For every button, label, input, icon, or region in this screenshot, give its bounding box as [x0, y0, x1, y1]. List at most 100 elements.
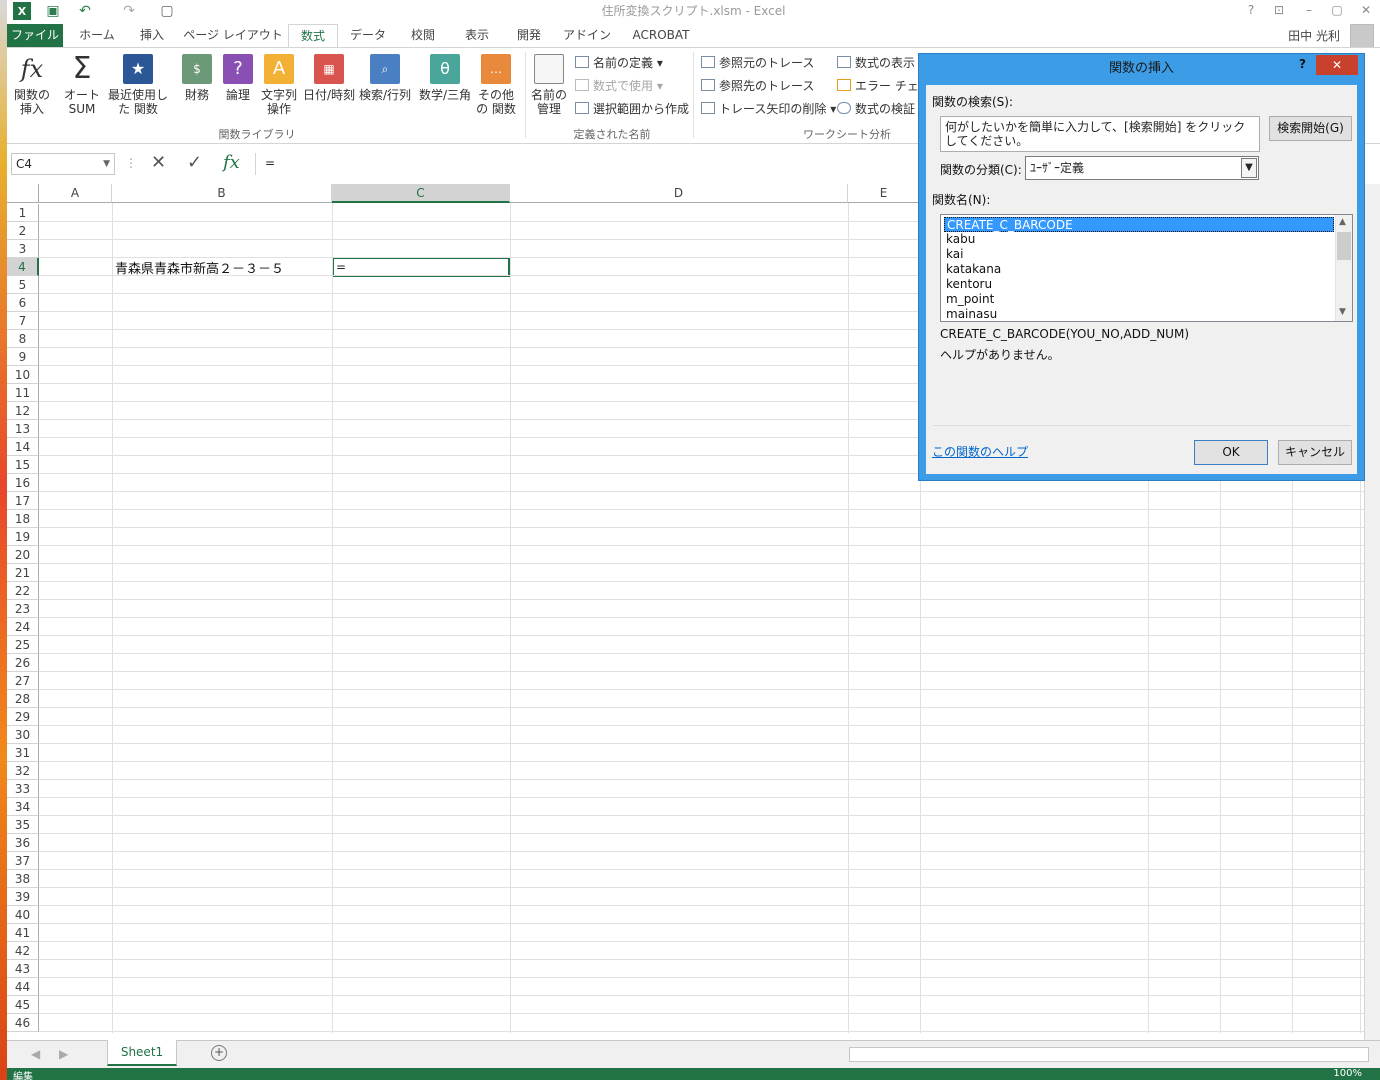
avatar[interactable]: [1350, 24, 1374, 48]
function-list-item[interactable]: kai: [944, 247, 1334, 262]
row-header[interactable]: 31: [7, 744, 39, 762]
row-header[interactable]: 6: [7, 294, 39, 312]
maximize-icon[interactable]: ▢: [1323, 0, 1351, 20]
row-header[interactable]: 11: [7, 384, 39, 402]
tab-acrobat[interactable]: ACROBAT: [625, 24, 697, 48]
row-header[interactable]: 26: [7, 654, 39, 672]
use-in-formula-button[interactable]: 数式で使用 ▾: [575, 77, 663, 95]
tab-insert[interactable]: 挿入: [129, 24, 175, 48]
tab-review[interactable]: 校閲: [399, 24, 447, 48]
row-header[interactable]: 42: [7, 942, 39, 960]
recently-used-button[interactable]: ★ 最近使用した 関数: [103, 54, 173, 116]
formula-input[interactable]: =: [265, 153, 275, 175]
row-header[interactable]: 30: [7, 726, 39, 744]
row-header[interactable]: 25: [7, 636, 39, 654]
cancel-entry-icon[interactable]: ✕: [151, 152, 166, 173]
chevron-down-icon[interactable]: ▼: [1241, 158, 1257, 178]
tab-formulas[interactable]: 数式: [288, 24, 338, 48]
row-header[interactable]: 38: [7, 870, 39, 888]
tab-developer[interactable]: 開発: [505, 24, 553, 48]
row-header[interactable]: 1: [7, 204, 39, 222]
row-header[interactable]: 22: [7, 582, 39, 600]
show-formulas-button[interactable]: 数式の表示: [837, 54, 915, 72]
cancel-button[interactable]: キャンセル: [1278, 440, 1352, 465]
row-header[interactable]: 21: [7, 564, 39, 582]
function-list-item[interactable]: CREATE_C_BARCODE: [944, 217, 1334, 232]
cell-c4-active[interactable]: =: [332, 257, 510, 277]
tab-view[interactable]: 表示: [453, 24, 501, 48]
sheet-tab[interactable]: Sheet1: [107, 1040, 177, 1066]
row-header[interactable]: 7: [7, 312, 39, 330]
row-header[interactable]: 33: [7, 780, 39, 798]
column-header[interactable]: B: [112, 184, 332, 203]
row-header[interactable]: 14: [7, 438, 39, 456]
tab-page-layout[interactable]: ページ レイアウト: [183, 24, 283, 48]
function-list-item[interactable]: mainasu: [944, 307, 1334, 322]
tab-data[interactable]: データ: [344, 24, 392, 48]
row-header[interactable]: 45: [7, 996, 39, 1014]
row-header[interactable]: 13: [7, 420, 39, 438]
row-header[interactable]: 29: [7, 708, 39, 726]
trace-dependents-button[interactable]: 参照先のトレース: [701, 77, 814, 95]
row-header[interactable]: 36: [7, 834, 39, 852]
name-manager-button[interactable]: 名前の 管理: [529, 54, 569, 116]
lookup-button[interactable]: ⌕ 検索/行列: [357, 54, 413, 102]
add-sheet-icon[interactable]: +: [211, 1045, 227, 1061]
row-header[interactable]: 10: [7, 366, 39, 384]
function-list-item[interactable]: katakana: [944, 262, 1334, 277]
trace-precedents-button[interactable]: 参照元のトレース: [701, 54, 814, 72]
next-sheet-icon[interactable]: ▶: [59, 1047, 68, 1061]
row-header[interactable]: 28: [7, 690, 39, 708]
remove-arrows-button[interactable]: トレース矢印の削除 ▾: [701, 100, 836, 118]
user-name[interactable]: 田中 光利: [1288, 27, 1340, 44]
function-list-item[interactable]: m_point: [944, 292, 1334, 307]
datetime-button[interactable]: ▦ 日付/時刻: [301, 54, 357, 102]
row-header[interactable]: 41: [7, 924, 39, 942]
row-header[interactable]: 39: [7, 888, 39, 906]
row-header[interactable]: 19: [7, 528, 39, 546]
column-header[interactable]: D: [510, 184, 848, 203]
row-header[interactable]: 17: [7, 492, 39, 510]
row-header[interactable]: 34: [7, 798, 39, 816]
row-header[interactable]: 24: [7, 618, 39, 636]
close-icon[interactable]: ✕: [1352, 0, 1380, 20]
define-name-button[interactable]: 名前の定義 ▾: [575, 54, 663, 72]
row-header[interactable]: 4: [7, 258, 39, 276]
ribbon-display-icon[interactable]: ⊡: [1265, 0, 1293, 20]
row-header[interactable]: 3: [7, 240, 39, 258]
column-header[interactable]: A: [39, 184, 112, 203]
row-header[interactable]: 5: [7, 276, 39, 294]
scroll-down-icon[interactable]: ▼: [1339, 307, 1346, 317]
text-button[interactable]: A 文字列 操作: [259, 54, 299, 116]
logical-button[interactable]: ? 論理: [221, 54, 255, 102]
tab-addins[interactable]: アドイン: [559, 24, 615, 48]
row-header[interactable]: 2: [7, 222, 39, 240]
math-button[interactable]: θ 数学/三角: [417, 54, 473, 102]
function-list[interactable]: CREATE_C_BARCODE kabu kai katakana kentoru m_…: [940, 214, 1353, 322]
column-header[interactable]: C: [332, 184, 510, 203]
row-header[interactable]: 16: [7, 474, 39, 492]
row-header[interactable]: 23: [7, 600, 39, 618]
row-header[interactable]: 8: [7, 330, 39, 348]
tab-home[interactable]: ホーム: [69, 24, 125, 48]
dialog-close-button[interactable]: ✕: [1316, 55, 1358, 75]
horizontal-scrollbar[interactable]: [849, 1047, 1369, 1062]
ok-button[interactable]: OK: [1194, 440, 1268, 465]
help-icon[interactable]: ?: [1237, 0, 1265, 20]
function-list-item[interactable]: kabu: [944, 232, 1334, 247]
tab-file[interactable]: ファイル: [7, 24, 63, 48]
function-search-input[interactable]: 何がしたいかを簡単に入力して、[検索開始] をクリックしてください。: [940, 116, 1260, 152]
vertical-scrollbar[interactable]: [1364, 184, 1380, 1044]
financial-button[interactable]: $ 財務: [179, 54, 215, 102]
scroll-thumb[interactable]: [1337, 232, 1351, 260]
create-from-selection-button[interactable]: 選択範囲から作成: [575, 100, 689, 118]
zoom-level[interactable]: 100%: [1333, 1068, 1362, 1079]
row-header[interactable]: 27: [7, 672, 39, 690]
function-list-item[interactable]: kentoru: [944, 277, 1334, 292]
category-select[interactable]: ﾕｰｻﾞｰ定義 ▼: [1025, 156, 1259, 180]
minimize-icon[interactable]: –: [1295, 0, 1323, 20]
search-go-button[interactable]: 検索開始(G): [1269, 116, 1352, 141]
row-header[interactable]: 43: [7, 960, 39, 978]
row-header[interactable]: 46: [7, 1014, 39, 1032]
row-header[interactable]: 35: [7, 816, 39, 834]
